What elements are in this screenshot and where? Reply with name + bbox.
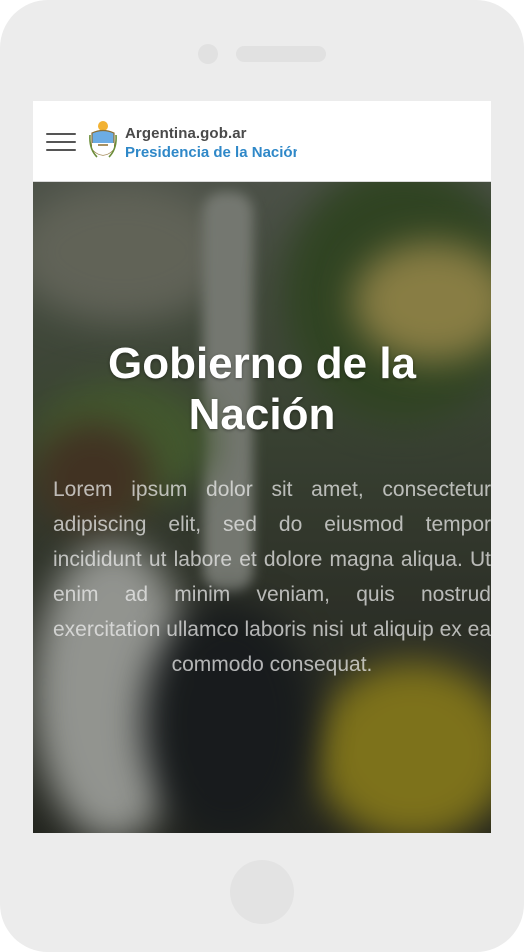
home-button[interactable] bbox=[230, 860, 294, 924]
hero-title: Gobierno de la Nación bbox=[107, 339, 417, 439]
coat-of-arms-icon bbox=[89, 121, 117, 158]
site-title: Argentina.gob.ar bbox=[125, 125, 247, 142]
phone-frame: Argentina.gob.ar Presidencia de la Nació… bbox=[0, 0, 524, 952]
speaker-grille bbox=[236, 46, 326, 62]
site-subtitle: Presidencia de la Nación bbox=[125, 144, 297, 161]
site-header: Argentina.gob.ar Presidencia de la Nació… bbox=[33, 101, 491, 182]
hero-banner: Gobierno de la Nación Lorem ipsum dolor … bbox=[33, 182, 491, 833]
camera-icon bbox=[198, 44, 218, 64]
screen: Argentina.gob.ar Presidencia de la Nació… bbox=[33, 101, 491, 833]
hero-body-text: Lorem ipsum dolor sit amet, consectetur … bbox=[53, 478, 491, 676]
brand-block[interactable]: Argentina.gob.ar Presidencia de la Nació… bbox=[125, 125, 297, 162]
hamburger-menu-icon[interactable] bbox=[46, 131, 76, 153]
